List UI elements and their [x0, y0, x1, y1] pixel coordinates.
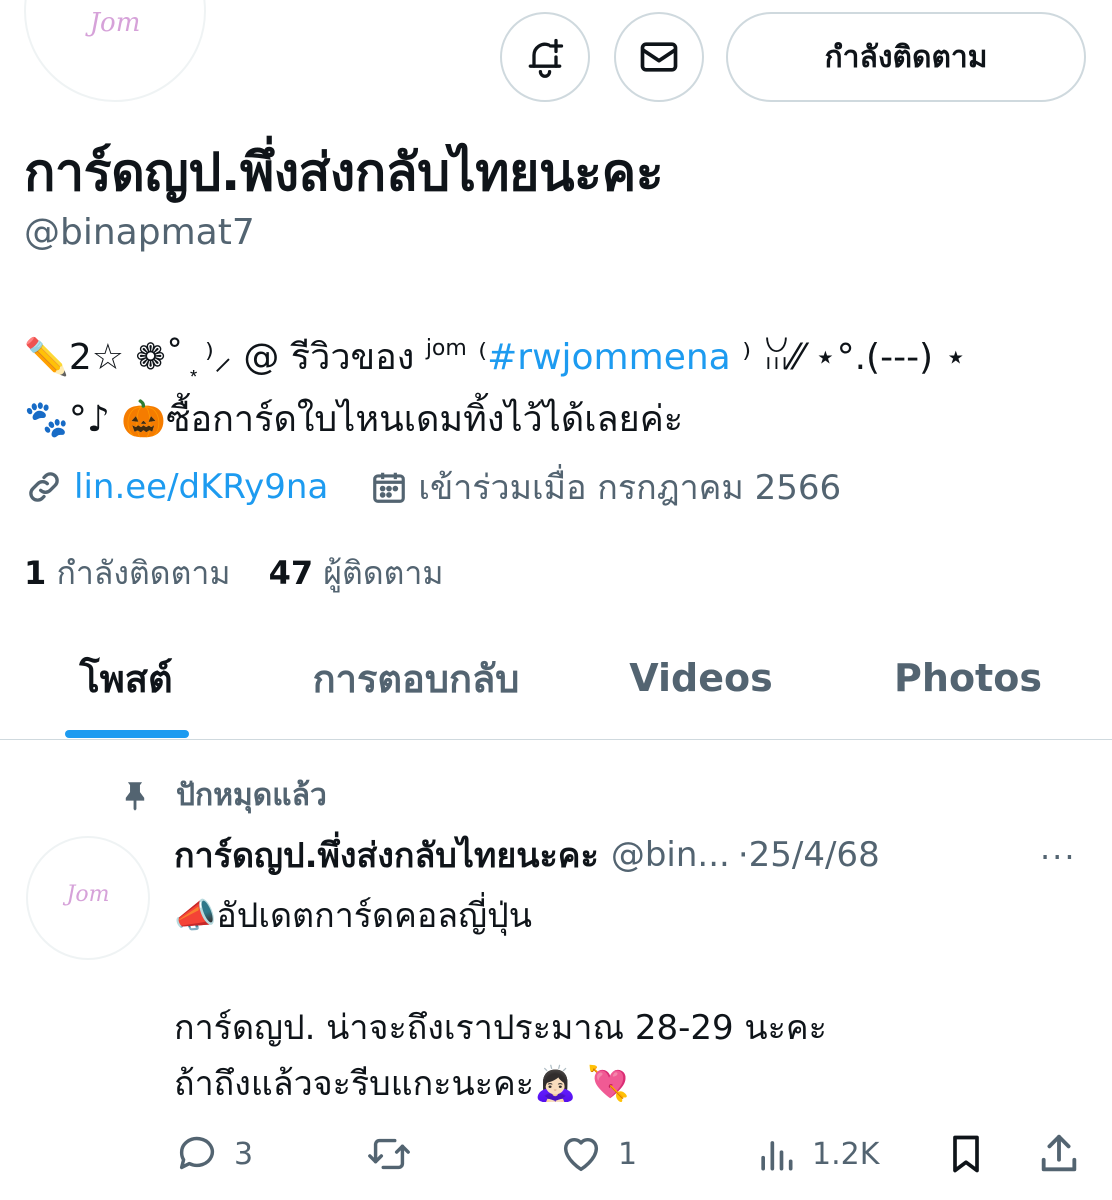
profile-display-name: การ์ดญป.พึ่งส่งกลับไทยนะคะ — [24, 143, 664, 203]
tab-label: Photos — [894, 656, 1042, 700]
tab-label: การตอบกลับ — [312, 656, 520, 701]
calendar-icon — [370, 468, 408, 506]
post-author-name[interactable]: การ์ดญป.พึ่งส่งกลับไทยนะคะ — [174, 828, 599, 882]
heart-icon — [558, 1131, 604, 1177]
post-avatar[interactable]: Jom — [26, 836, 150, 960]
joined-date: เข้าร่วมเมื่อ กรกฎาคม 2566 — [418, 468, 842, 508]
post-line: การ์ดญป. น่าจะถึงเราประมาณ 28-29 นะคะ — [174, 1008, 827, 1048]
reply-icon — [174, 1131, 220, 1177]
post-date[interactable]: 25/4/68 — [749, 835, 880, 875]
following-count-link[interactable]: 1 กำลังติดตาม — [24, 554, 230, 592]
more-options-icon[interactable]: ··· — [1040, 838, 1077, 876]
pin-icon — [118, 778, 152, 812]
share-icon — [1036, 1131, 1082, 1177]
post-line: ถ้าถึงแล้วจะรีบแกะนะคะ🙇🏻‍♀️ 💘 — [174, 1064, 630, 1104]
following-label: กำลังติดตาม — [56, 554, 231, 592]
profile-tabs: โพสต์ การตอบกลับ Videos Photos — [0, 618, 1112, 740]
follow-counts: 1 กำลังติดตาม 47 ผู้ติดตาม — [24, 548, 443, 599]
bio-hashtag-link[interactable]: #rwjommena — [487, 337, 731, 378]
profile-handle: @binapmat7 — [24, 212, 255, 253]
views-button[interactable]: 1.2K — [754, 1124, 879, 1184]
tab-label: Videos — [629, 656, 773, 700]
bio-text: ⁽ — [466, 337, 488, 378]
tab-replies[interactable]: การตอบกลับ — [280, 618, 552, 738]
profile-bio: ✏️2☆ ❁˚ ͙ ⁾⸝ @ รีวิวของ jom ⁽#rwjommena … — [24, 318, 1094, 451]
like-count: 1 — [618, 1136, 638, 1172]
post-separator: · — [737, 835, 749, 875]
profile-meta: lin.ee/dKRy9na เข้าร่วมเมื่อ กรกฎาคม 256… — [24, 462, 841, 512]
post-actions: 3 1 1.2K — [174, 1124, 1084, 1184]
followers-count-link[interactable]: 47 ผู้ติดตาม — [269, 554, 444, 592]
profile-avatar[interactable]: Jom — [24, 0, 206, 102]
active-tab-indicator — [65, 730, 189, 738]
tab-label: โพสต์ — [79, 656, 173, 701]
post-line: 📣อัปเดตการ์ดคอลญี่ปุ่น — [174, 896, 532, 936]
views-chart-icon — [754, 1132, 798, 1176]
followers-label: ผู้ติดตาม — [323, 554, 444, 592]
tab-videos[interactable]: Videos — [600, 618, 802, 738]
like-button[interactable]: 1 — [558, 1124, 637, 1184]
tab-posts[interactable]: โพสต์ — [20, 618, 232, 738]
tab-photos[interactable]: Photos — [860, 618, 1076, 738]
post-paragraph-gap — [174, 944, 1074, 1000]
bio-text: ✏️2☆ ❁˚ ͙ ⁾⸝ @ รีวิวของ — [24, 337, 415, 378]
repost-button[interactable] — [364, 1124, 414, 1184]
following-button[interactable]: กำลังติดตาม — [726, 12, 1086, 102]
following-count: 1 — [24, 554, 47, 592]
view-count: 1.2K — [812, 1136, 880, 1172]
bio-line-2: 🐾°♪ 🎃ซื้อการ์ดใบไหนเดมทิ้งไว้ได้เลยค่ะ — [24, 399, 684, 440]
bio-sup-text: jom — [425, 336, 467, 361]
notify-button[interactable] — [500, 12, 590, 102]
pinned-indicator: ปักหมุดแล้ว — [118, 770, 327, 820]
avatar-logo-text: Jom — [66, 882, 110, 907]
bookmark-icon — [944, 1130, 988, 1178]
pinned-label: ปักหมุดแล้ว — [176, 777, 327, 813]
followers-count: 47 — [268, 554, 314, 592]
bookmark-button[interactable] — [944, 1124, 988, 1184]
bio-text: ⁾ ꈍ⁄⁄ ⋆°.(---) ⋆ — [742, 337, 968, 378]
post-header: การ์ดญป.พึ่งส่งกลับไทยนะคะ @bin... · 25/… — [174, 830, 1074, 880]
share-button[interactable] — [1036, 1124, 1082, 1184]
avatar-logo-text: Jom — [89, 8, 141, 38]
envelope-icon — [637, 35, 681, 79]
link-icon — [24, 467, 64, 507]
profile-website-link[interactable]: lin.ee/dKRy9na — [74, 467, 328, 507]
reply-button[interactable]: 3 — [174, 1124, 253, 1184]
post-text: 📣อัปเดตการ์ดคอลญี่ปุ่น การ์ดญป. น่าจะถึง… — [174, 888, 1074, 1112]
post-author-handle[interactable]: @bin... — [611, 835, 730, 875]
bio-line-1: ✏️2☆ ❁˚ ͙ ⁾⸝ @ รีวิวของ jom ⁽#rwjommena … — [24, 318, 1094, 389]
message-button[interactable] — [614, 12, 704, 102]
reply-count: 3 — [234, 1136, 254, 1172]
repost-icon — [364, 1131, 414, 1177]
bell-plus-icon — [523, 35, 567, 79]
